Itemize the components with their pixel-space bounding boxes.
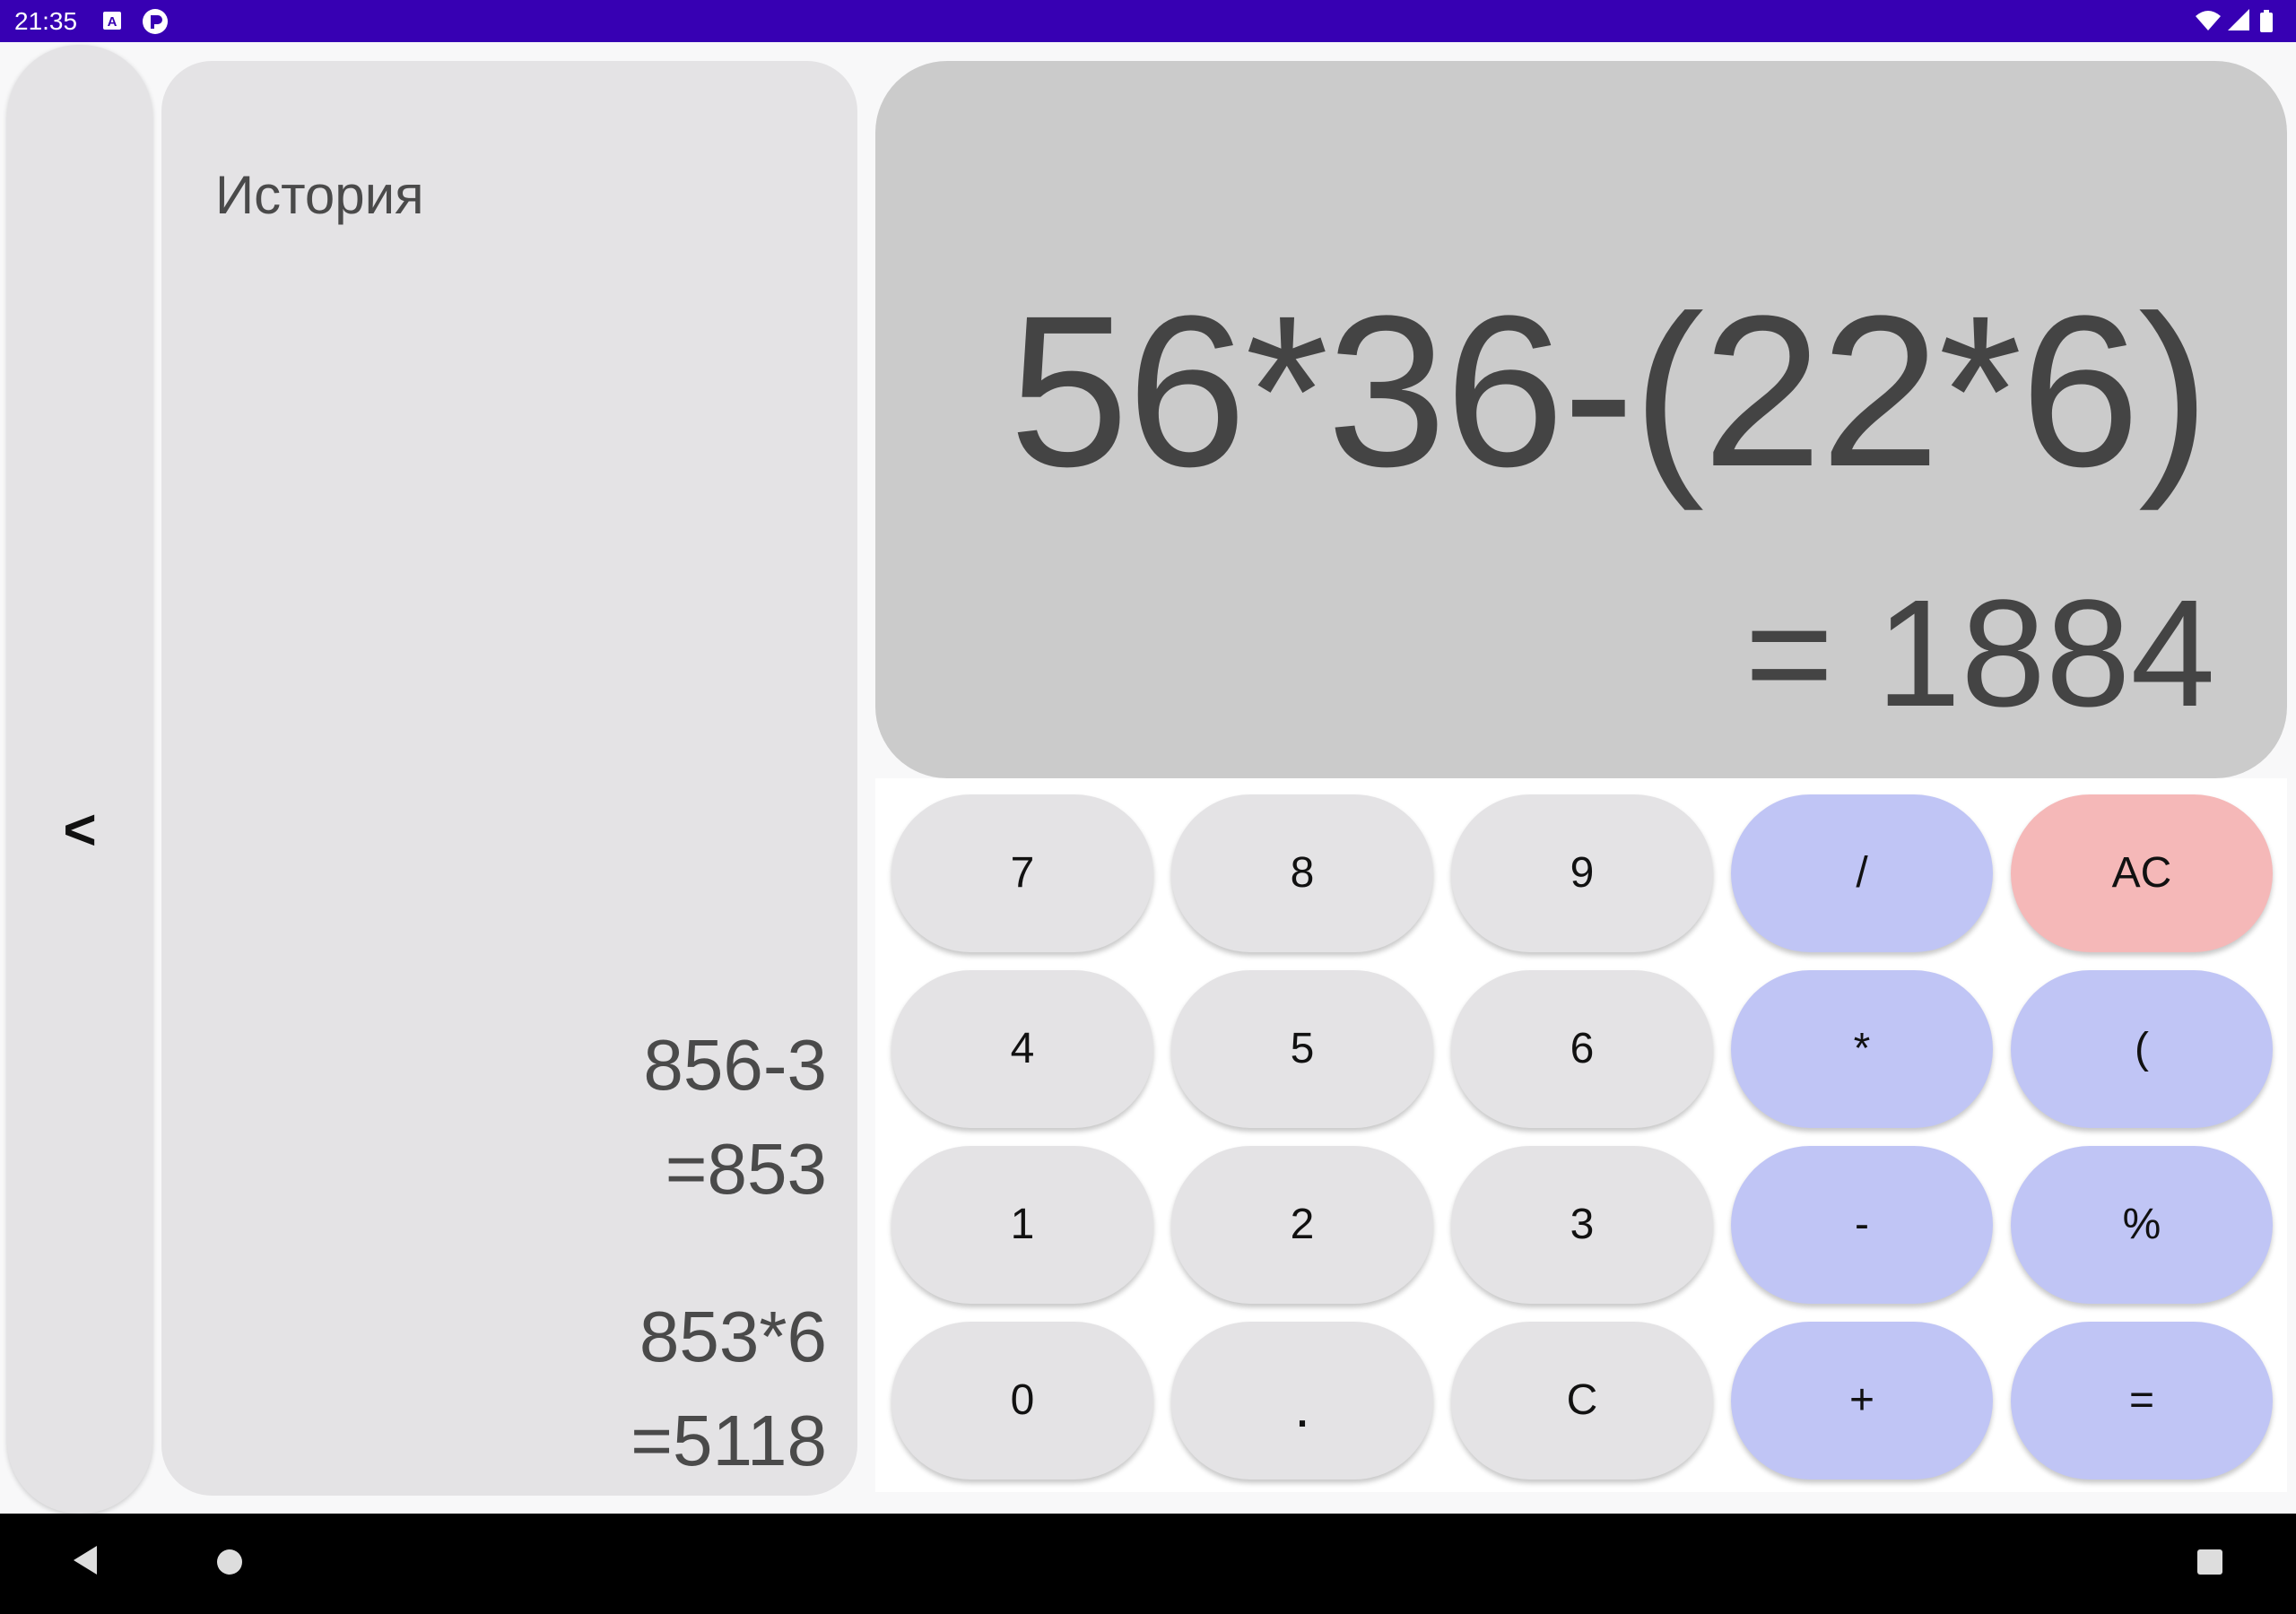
key-0[interactable]: 0 bbox=[891, 1322, 1153, 1480]
key-1[interactable]: 1 bbox=[891, 1146, 1153, 1304]
wifi-icon bbox=[2196, 11, 2221, 30]
history-title: История bbox=[215, 165, 424, 225]
history-entry[interactable]: 856-3 =853 bbox=[643, 1022, 827, 1212]
key-open-paren[interactable]: ( bbox=[2011, 970, 2273, 1128]
history-panel: История 856-3 =853 853*6 =5118 bbox=[161, 61, 857, 1496]
keyboard-a-icon: A bbox=[102, 10, 122, 31]
status-bar: 21:35 A bbox=[0, 0, 2296, 42]
history-result: =5118 bbox=[631, 1401, 827, 1480]
key-all-clear[interactable]: AC bbox=[2011, 794, 2273, 952]
key-equals[interactable]: = bbox=[2011, 1322, 2273, 1480]
key-minus[interactable]: - bbox=[1731, 1146, 1993, 1304]
history-toggle-button[interactable]: < bbox=[7, 45, 152, 1514]
recents-square-icon[interactable] bbox=[2196, 1548, 2224, 1581]
key-4[interactable]: 4 bbox=[891, 970, 1153, 1128]
key-9[interactable]: 9 bbox=[1451, 794, 1713, 952]
svg-text:A: A bbox=[108, 14, 117, 30]
history-entry[interactable]: 853*6 =5118 bbox=[631, 1294, 827, 1484]
expression-display: 56*36-(22*6) bbox=[1009, 271, 2210, 511]
key-divide[interactable]: / bbox=[1731, 794, 1993, 952]
result-display: = 1884 bbox=[1744, 568, 2215, 739]
key-plus[interactable]: + bbox=[1731, 1322, 1993, 1480]
navigation-bar bbox=[0, 1514, 2296, 1614]
history-result: =853 bbox=[665, 1129, 827, 1209]
calculator-display: 56*36-(22*6) = 1884 bbox=[875, 61, 2287, 778]
home-circle-icon[interactable] bbox=[215, 1548, 244, 1581]
chevron-left-icon: < bbox=[63, 797, 97, 862]
battery-icon bbox=[2260, 10, 2273, 32]
key-clear[interactable]: C bbox=[1451, 1322, 1713, 1480]
status-time: 21:35 bbox=[14, 7, 78, 35]
back-triangle-icon[interactable] bbox=[70, 1542, 100, 1583]
key-decimal[interactable]: . bbox=[1171, 1322, 1433, 1480]
key-5[interactable]: 5 bbox=[1171, 970, 1433, 1128]
key-8[interactable]: 8 bbox=[1171, 794, 1433, 952]
key-6[interactable]: 6 bbox=[1451, 970, 1713, 1128]
notification-app-icon bbox=[142, 8, 169, 35]
history-expression: 856-3 bbox=[643, 1025, 827, 1105]
signal-icon bbox=[2228, 9, 2249, 30]
key-3[interactable]: 3 bbox=[1451, 1146, 1713, 1304]
key-multiply[interactable]: * bbox=[1731, 970, 1993, 1128]
status-icons bbox=[2194, 7, 2283, 36]
history-expression: 853*6 bbox=[639, 1297, 827, 1376]
key-7[interactable]: 7 bbox=[891, 794, 1153, 952]
key-2[interactable]: 2 bbox=[1171, 1146, 1433, 1304]
keypad: 7 8 9 / AC 4 5 6 * ( 1 2 3 - % 0 . C + = bbox=[875, 778, 2287, 1492]
key-percent[interactable]: % bbox=[2011, 1146, 2273, 1304]
